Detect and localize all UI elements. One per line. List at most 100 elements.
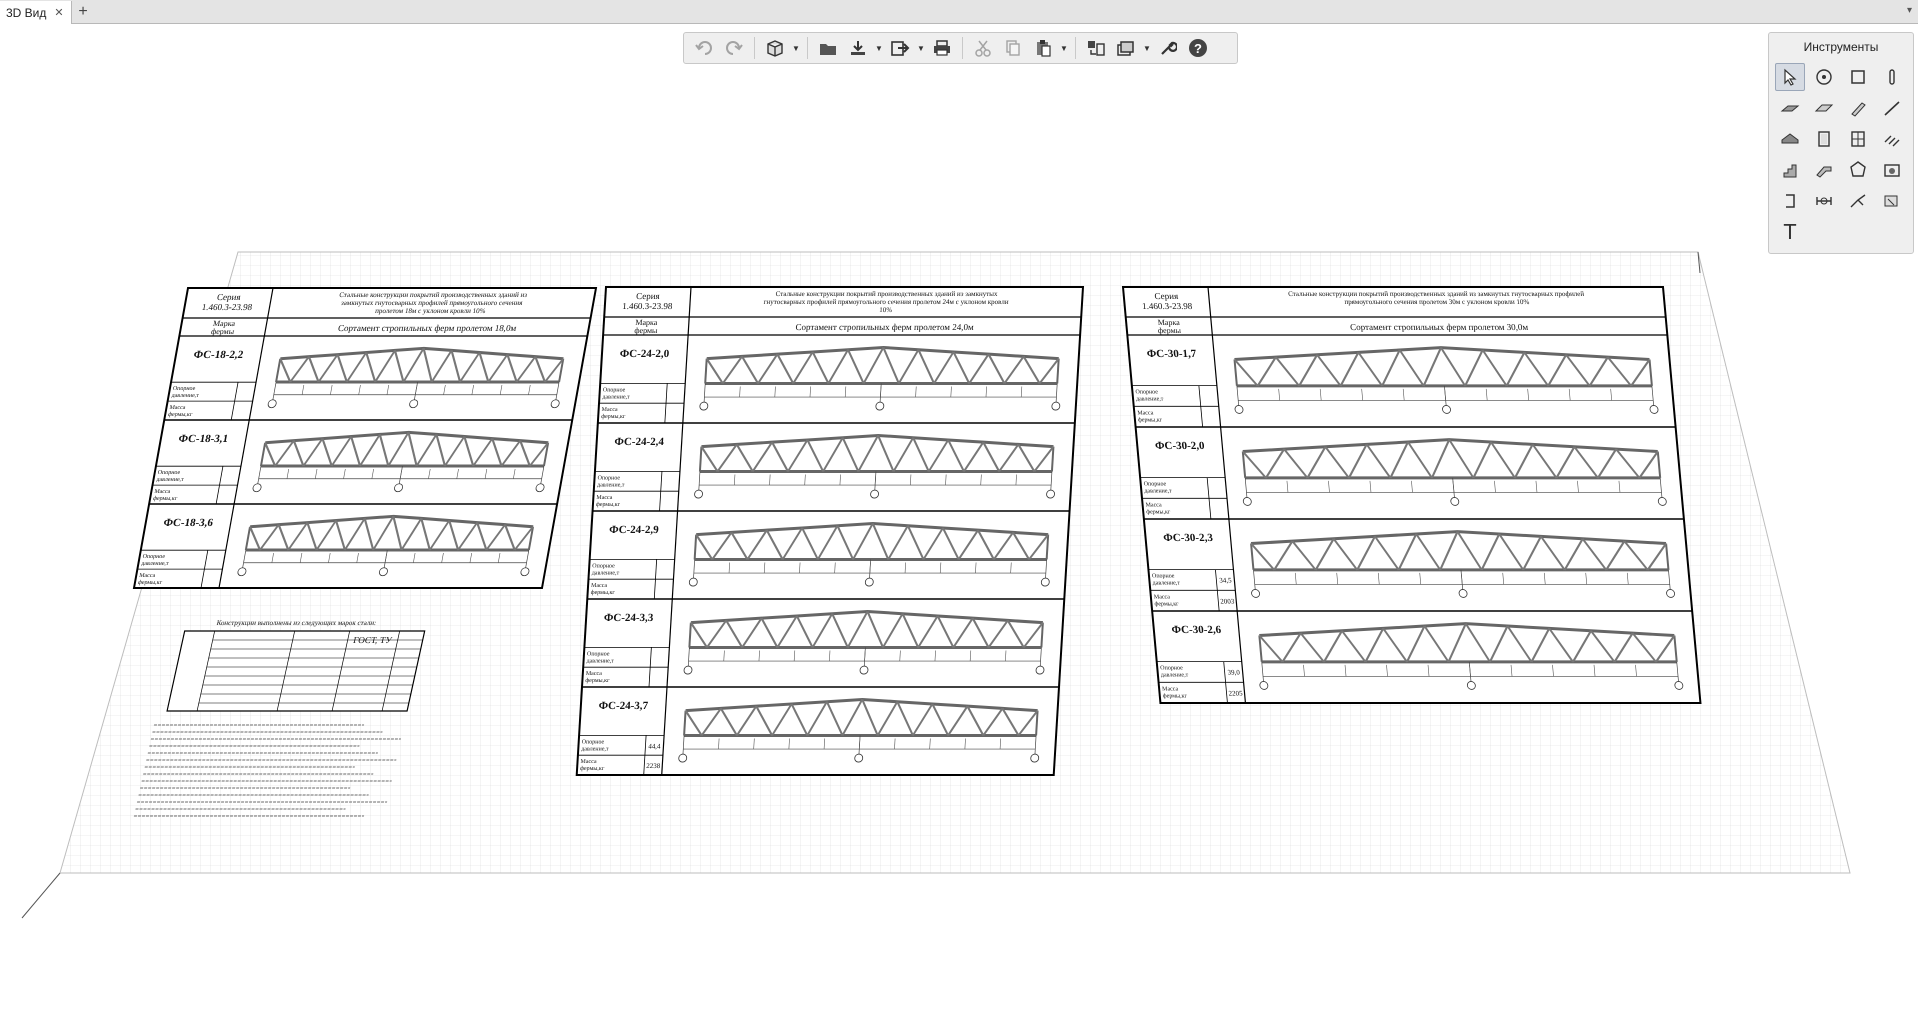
window-icon[interactable] [1843, 125, 1873, 153]
tab-3d-view[interactable]: 3D Вид ✕ [0, 1, 72, 24]
door-icon[interactable] [1809, 125, 1839, 153]
paste-icon[interactable] [1029, 35, 1057, 61]
settings-wrench-icon[interactable] [1154, 35, 1182, 61]
select-arrow-icon[interactable] [1775, 63, 1805, 91]
axis-bubble [1040, 577, 1050, 587]
mass-label: фермы,кг [580, 765, 605, 772]
view-dropdown-chevron-icon[interactable]: ▼ [791, 35, 801, 61]
truss-mark: ФС-24-3,7 [598, 700, 649, 712]
section-title: гнутосварных профилей прямоугольного сеч… [763, 298, 1009, 306]
redo-icon[interactable] [720, 35, 748, 61]
axis-bubble [1450, 497, 1460, 506]
help-icon[interactable]: ? [1184, 35, 1212, 61]
tools-palette: Инструменты T [1768, 32, 1914, 254]
svg-text:?: ? [1194, 41, 1202, 56]
drawing-sheet: Серия1.460.3-23.98 Стальные конструкции п… [132, 287, 598, 589]
railing-icon[interactable] [1809, 156, 1839, 184]
mass-label: фермы,кг [152, 495, 178, 502]
copy-icon[interactable] [999, 35, 1027, 61]
wall-icon[interactable] [1843, 63, 1873, 91]
mass-label: Масса [1145, 502, 1162, 508]
line-icon[interactable] [1877, 94, 1907, 122]
mass-label: фермы,кг [1138, 416, 1163, 423]
mass-label: Масса [169, 405, 186, 411]
add-tab-button[interactable]: + [74, 3, 92, 21]
section-title: 10% [879, 306, 892, 314]
mass-label: Масса [586, 671, 603, 677]
3d-viewport[interactable]: Серия 1.460.3-23.98 Стальные конструкции п… [0, 25, 1918, 1008]
level-icon[interactable] [1843, 187, 1873, 215]
section-title: Стальные конструкции покрытий производст… [339, 291, 528, 299]
fill-icon[interactable] [1877, 187, 1907, 215]
truss-mark: ФС-30-2,3 [1163, 532, 1214, 544]
mass-label: Масса [1137, 410, 1154, 416]
close-icon[interactable]: ✕ [54, 6, 63, 19]
text-tool-icon[interactable]: T [1775, 218, 1805, 246]
layers-icon[interactable] [1082, 35, 1110, 61]
truss-mark: ФС-18-3,6 [162, 517, 214, 529]
mass-value: 2205 [1228, 689, 1243, 697]
axis-bubble [1234, 405, 1244, 414]
export-dropdown-chevron-icon[interactable]: ▼ [916, 35, 926, 61]
opening-icon[interactable] [1775, 187, 1805, 215]
mass-label: фермы,кг [1146, 508, 1171, 515]
support-label: Опорное [592, 563, 615, 569]
section-title: Стальные конструкции покрытий производст… [775, 290, 998, 298]
section-subtitle: Сортамент стропильных ферм пролетом 18,0… [337, 323, 517, 333]
axis-bubble [1035, 665, 1045, 675]
steel-table-title: Конструкции выполнены из следующих марок… [216, 619, 377, 627]
axis-bubble [1657, 497, 1667, 506]
mass-label: фермы,кг [601, 413, 626, 420]
stair-icon[interactable] [1775, 156, 1805, 184]
view-cube-icon[interactable] [761, 35, 789, 61]
mass-value: 2238 [646, 762, 661, 770]
import-icon[interactable] [844, 35, 872, 61]
mass-label: фермы,кг [1162, 692, 1187, 699]
column-icon[interactable] [1877, 63, 1907, 91]
toolbar-separator [754, 37, 755, 59]
roof-icon[interactable] [1775, 125, 1805, 153]
snap-point-icon[interactable] [1809, 63, 1839, 91]
slab-icon[interactable] [1775, 94, 1805, 122]
main-toolbar: ▼ ▼ ▼ ▼ ▼ ? [683, 32, 1238, 64]
axis-bubble [870, 489, 879, 499]
series-label: 1.460.3-23.98 [622, 301, 673, 311]
dimension-icon[interactable] [1809, 187, 1839, 215]
axis-bubble [1259, 681, 1269, 690]
open-folder-icon[interactable] [814, 35, 842, 61]
undo-icon[interactable] [690, 35, 718, 61]
cut-icon[interactable] [969, 35, 997, 61]
floor-icon[interactable] [1809, 94, 1839, 122]
support-label: давление,т [171, 393, 200, 399]
hatch-icon[interactable] [1877, 125, 1907, 153]
camera-icon[interactable] [1877, 156, 1907, 184]
tab-title: 3D Вид [6, 5, 47, 20]
support-label: давление,т [581, 746, 609, 752]
print-icon[interactable] [928, 35, 956, 61]
series-label: 1.460.3-23.98 [201, 302, 253, 312]
object-icon[interactable] [1843, 156, 1873, 184]
paste-dropdown-chevron-icon[interactable]: ▼ [1059, 35, 1069, 61]
support-label: Опорное [597, 475, 620, 481]
support-label: давление,т [156, 477, 185, 483]
beam-icon[interactable] [1843, 94, 1873, 122]
export-icon[interactable] [886, 35, 914, 61]
display-mode-icon[interactable] [1112, 35, 1140, 61]
truss-mark: ФС-24-2,0 [619, 348, 670, 360]
gost-label: ГОСТ, ТУ [352, 635, 393, 645]
mass-label: фермы,кг [585, 677, 610, 684]
import-dropdown-chevron-icon[interactable]: ▼ [874, 35, 884, 61]
support-label: Опорное [581, 739, 604, 745]
support-label: давление,т [141, 561, 170, 567]
display-mode-dropdown-chevron-icon[interactable]: ▼ [1142, 35, 1152, 61]
tab-menu-chevron-icon[interactable]: ▾ [1907, 5, 1912, 16]
axis-bubble [1242, 497, 1252, 506]
support-label: Опорное [1160, 666, 1183, 672]
mass-label: Масса [591, 583, 608, 589]
drawing-scene: Серия 1.460.3-23.98 Стальные конструкции п… [21, 251, 1851, 919]
mass-label: Масса [139, 573, 156, 579]
axis-bubble [694, 489, 703, 499]
axis-bubble [1030, 753, 1040, 763]
section-subtitle: Сортамент стропильных ферм пролетом 30,0… [1350, 322, 1529, 332]
series-label: Серия [1154, 291, 1178, 301]
